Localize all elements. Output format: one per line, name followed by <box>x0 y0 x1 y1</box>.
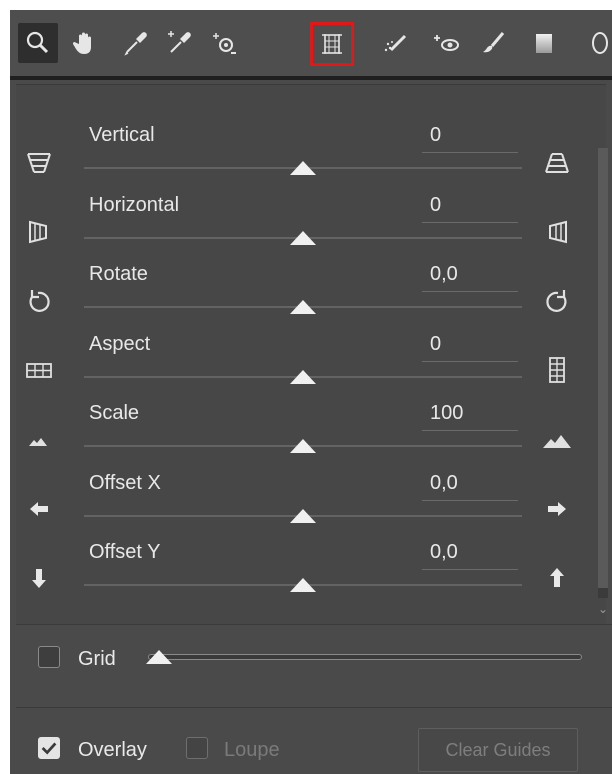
vertical-right-icon[interactable] <box>542 146 572 176</box>
slider-label-offset-x: Offset X <box>89 472 161 494</box>
slider-label-offset-y: Offset Y <box>89 541 161 563</box>
slider-value-rotate[interactable]: 0,0 <box>430 263 458 286</box>
value-underline <box>422 222 518 223</box>
slider-label-rotate: Rotate <box>89 263 148 285</box>
white-balance-tool[interactable] <box>116 23 156 63</box>
scale-small-icon[interactable] <box>24 424 54 454</box>
eyedropper-icon <box>124 32 147 56</box>
transform-icon <box>322 34 342 54</box>
color-sampler-tool[interactable] <box>158 23 198 63</box>
value-underline <box>422 291 518 292</box>
grid-slider-track[interactable] <box>148 654 582 660</box>
slider-label-vertical: Vertical <box>89 124 155 146</box>
clear-guides-button[interactable]: Clear Guides <box>418 728 578 772</box>
aspect-wide-icon[interactable] <box>24 355 54 385</box>
slider-value-offset-x[interactable]: 0,0 <box>430 472 458 495</box>
spot-removal-tool[interactable] <box>376 23 416 63</box>
slider-thumb-horizontal[interactable] <box>290 231 316 245</box>
overlay-checkbox[interactable] <box>38 737 60 759</box>
slider-row-scale: Scale 100 <box>10 402 600 472</box>
transform-panel-window: ⌄ Vertical 0 Horizontal 0 Rotate 0,0 Aspect 0 Sc… <box>10 10 612 774</box>
slider-value-scale[interactable]: 100 <box>430 402 463 425</box>
magnifier-icon <box>26 31 49 54</box>
slider-thumb-offset-x[interactable] <box>290 509 316 523</box>
aspect-tall-icon[interactable] <box>542 355 572 385</box>
vertical-left-icon[interactable] <box>24 146 54 176</box>
slider-thumb-aspect[interactable] <box>290 370 316 384</box>
value-underline <box>422 500 518 501</box>
toolbar <box>10 10 612 80</box>
loupe-checkbox[interactable] <box>186 737 208 759</box>
rotate-cw-icon[interactable] <box>542 285 572 315</box>
adjustment-brush-tool[interactable] <box>474 23 514 63</box>
slider-label-horizontal: Horizontal <box>89 194 180 216</box>
slider-label-aspect: Aspect <box>89 333 151 355</box>
slider-value-offset-y[interactable]: 0,0 <box>430 541 458 564</box>
rotate-ccw-icon[interactable] <box>24 285 54 315</box>
slider-thumb-rotate[interactable] <box>290 300 316 314</box>
slider-value-vertical[interactable]: 0 <box>430 124 441 147</box>
grid-label: Grid <box>78 648 116 670</box>
target-adjustment-tool[interactable] <box>204 23 244 63</box>
color-sampler-icon <box>168 31 191 53</box>
graduated-filter-tool[interactable] <box>524 23 564 63</box>
target-adjust-icon <box>213 33 236 54</box>
transform-tool[interactable] <box>310 22 354 66</box>
value-underline <box>422 152 518 153</box>
value-underline <box>422 361 518 362</box>
slider-thumb-vertical[interactable] <box>290 161 316 175</box>
slider-row-vertical: Vertical 0 <box>10 124 600 194</box>
value-underline <box>422 430 518 431</box>
slider-value-aspect[interactable]: 0 <box>430 333 441 356</box>
arrow-right-icon[interactable] <box>542 494 572 524</box>
radial-filter-tool[interactable] <box>574 23 612 63</box>
slider-row-offset-x: Offset X 0,0 <box>10 472 600 542</box>
value-underline <box>422 569 518 570</box>
overlay-label: Overlay <box>78 739 147 761</box>
slider-row-horizontal: Horizontal 0 <box>10 194 600 264</box>
slider-label-scale: Scale <box>89 402 140 424</box>
zoom-tool[interactable] <box>18 23 58 63</box>
slider-value-horizontal[interactable]: 0 <box>430 194 441 217</box>
grid-slider-thumb[interactable] <box>146 650 172 664</box>
graduated-filter-icon <box>536 34 552 53</box>
slider-row-offset-y: Offset Y 0,0 <box>10 541 600 611</box>
hand-icon <box>72 32 91 54</box>
horizontal-right-icon[interactable] <box>542 216 572 246</box>
arrow-down-icon[interactable] <box>24 563 54 593</box>
red-eye-tool[interactable] <box>426 23 466 63</box>
slider-thumb-offset-y[interactable] <box>290 578 316 592</box>
spot-removal-icon <box>384 34 407 52</box>
arrow-up-icon[interactable] <box>542 563 572 593</box>
slider-row-aspect: Aspect 0 <box>10 333 600 403</box>
checkmark-icon <box>41 742 57 755</box>
grid-checkbox[interactable] <box>38 646 60 668</box>
red-eye-icon <box>434 35 459 51</box>
slider-row-rotate: Rotate 0,0 <box>10 263 600 333</box>
brush-icon <box>483 32 505 53</box>
scale-large-icon[interactable] <box>542 424 572 454</box>
arrow-left-icon[interactable] <box>24 494 54 524</box>
loupe-label: Loupe <box>224 739 280 761</box>
slider-thumb-scale[interactable] <box>290 439 316 453</box>
hand-tool[interactable] <box>65 23 105 63</box>
radial-filter-icon <box>592 32 608 54</box>
horizontal-left-icon[interactable] <box>24 216 54 246</box>
